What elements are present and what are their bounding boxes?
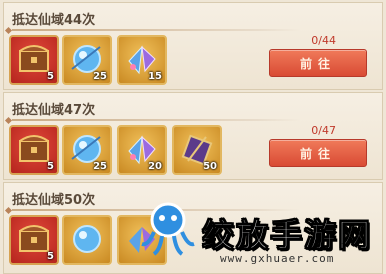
reward-count: 20 [148, 161, 162, 172]
reward-count: 25 [93, 161, 107, 172]
reward-slot[interactable]: 5 [9, 125, 59, 175]
reward-count: 15 [148, 71, 162, 82]
reward-count: 25 [93, 71, 107, 82]
task-title: 抵达仙域44次 [12, 13, 96, 28]
title-marker [4, 26, 13, 35]
watermark-url: www.gxhuaer.com [220, 252, 335, 265]
reward-count: 50 [203, 161, 217, 172]
reward-count: 5 [47, 161, 54, 172]
reward-slot[interactable]: 5 [9, 35, 59, 85]
octopus-logo-icon [141, 202, 195, 256]
reward-slot[interactable]: 20 [117, 125, 167, 175]
watermark-text: 绞放手游网 [201, 216, 373, 255]
task-row: 抵达仙域47次 5 25 20 50 0/47 前往 [3, 92, 383, 180]
reward-count: 5 [47, 71, 54, 82]
progress-text: 0/47 [311, 124, 336, 137]
reward-slot[interactable]: 15 [117, 35, 167, 85]
task-title: 抵达仙域50次 [12, 193, 96, 208]
blue-orb-icon [73, 225, 101, 253]
progress-text: 0/44 [311, 34, 336, 47]
task-title: 抵达仙域47次 [12, 103, 96, 118]
go-button[interactable]: 前往 [269, 139, 367, 167]
reward-count: 5 [47, 251, 54, 262]
reward-slot[interactable]: 25 [62, 35, 112, 85]
go-button[interactable]: 前往 [269, 49, 367, 77]
reward-slot[interactable] [62, 215, 112, 265]
title-marker [4, 206, 13, 215]
reward-slot[interactable]: 25 [62, 125, 112, 175]
reward-slot[interactable]: 5 [9, 215, 59, 265]
title-divider [12, 119, 300, 121]
task-row: 抵达仙域44次 5 25 15 0/44 前往 [3, 2, 383, 90]
title-marker [4, 116, 13, 125]
reward-slot[interactable]: 50 [172, 125, 222, 175]
title-divider [12, 29, 300, 31]
watermark: 绞放手游网 www.gxhuaer.com [130, 192, 375, 272]
